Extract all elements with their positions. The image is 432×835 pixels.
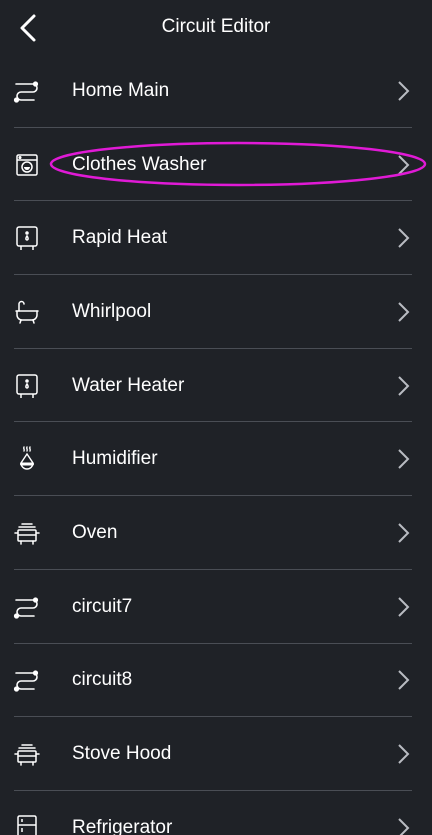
chevron-right-icon [396,227,410,249]
pot-icon [13,519,41,547]
bathtub-icon [13,298,41,326]
circuit-row-circuit7[interactable]: circuit7 [0,570,432,644]
circuit-label: Stove Hood [72,743,172,765]
circuit-label: Whirlpool [72,300,152,322]
fridge-icon [13,814,41,835]
circuit-row-water-heater[interactable]: Water Heater [0,349,432,423]
circuit-label: circuit8 [72,669,133,691]
circuit-label: Oven [72,521,118,543]
circuit-icon [13,593,41,621]
pot-icon [13,740,41,768]
chevron-right-icon [396,743,410,765]
circuit-row-rapid-heat[interactable]: Rapid Heat [0,201,432,275]
circuit-label: Humidifier [72,448,158,470]
circuit-editor-screen: Circuit Editor Home Main Clothes Washer … [0,0,432,835]
chevron-right-icon [396,817,410,835]
circuit-row-refrigerator[interactable]: Refrigerator [0,791,432,835]
circuit-row-oven[interactable]: Oven [0,496,432,570]
circuit-label: Water Heater [72,374,185,396]
circuit-row-humidifier[interactable]: Humidifier [0,422,432,496]
circuit-label: Refrigerator [72,816,173,835]
circuit-icon [13,77,41,105]
chevron-right-icon [396,669,410,691]
circuit-label: Clothes Washer [72,153,207,175]
circuit-list: Home Main Clothes Washer Rapid Heat Whir… [0,54,432,835]
heater-icon [13,224,41,252]
chevron-right-icon [396,375,410,397]
chevron-right-icon [396,596,410,618]
chevron-right-icon [396,154,410,176]
chevron-right-icon [396,301,410,323]
chevron-right-icon [396,448,410,470]
chevron-right-icon [396,80,410,102]
circuit-row-stove-hood[interactable]: Stove Hood [0,717,432,791]
circuit-row-circuit8[interactable]: circuit8 [0,644,432,718]
heater-icon [13,372,41,400]
circuit-icon [13,666,41,694]
circuit-row-home-main[interactable]: Home Main [0,54,432,128]
circuit-row-whirlpool[interactable]: Whirlpool [0,275,432,349]
circuit-label: Home Main [72,79,170,101]
page-title: Circuit Editor [161,16,271,37]
top-bar: Circuit Editor [0,0,432,54]
washer-icon [13,151,41,179]
circuit-label: circuit7 [72,595,133,617]
humidifier-icon [13,445,41,473]
chevron-right-icon [396,522,410,544]
circuit-label: Rapid Heat [72,227,168,249]
circuit-row-clothes-washer[interactable]: Clothes Washer [0,128,432,202]
